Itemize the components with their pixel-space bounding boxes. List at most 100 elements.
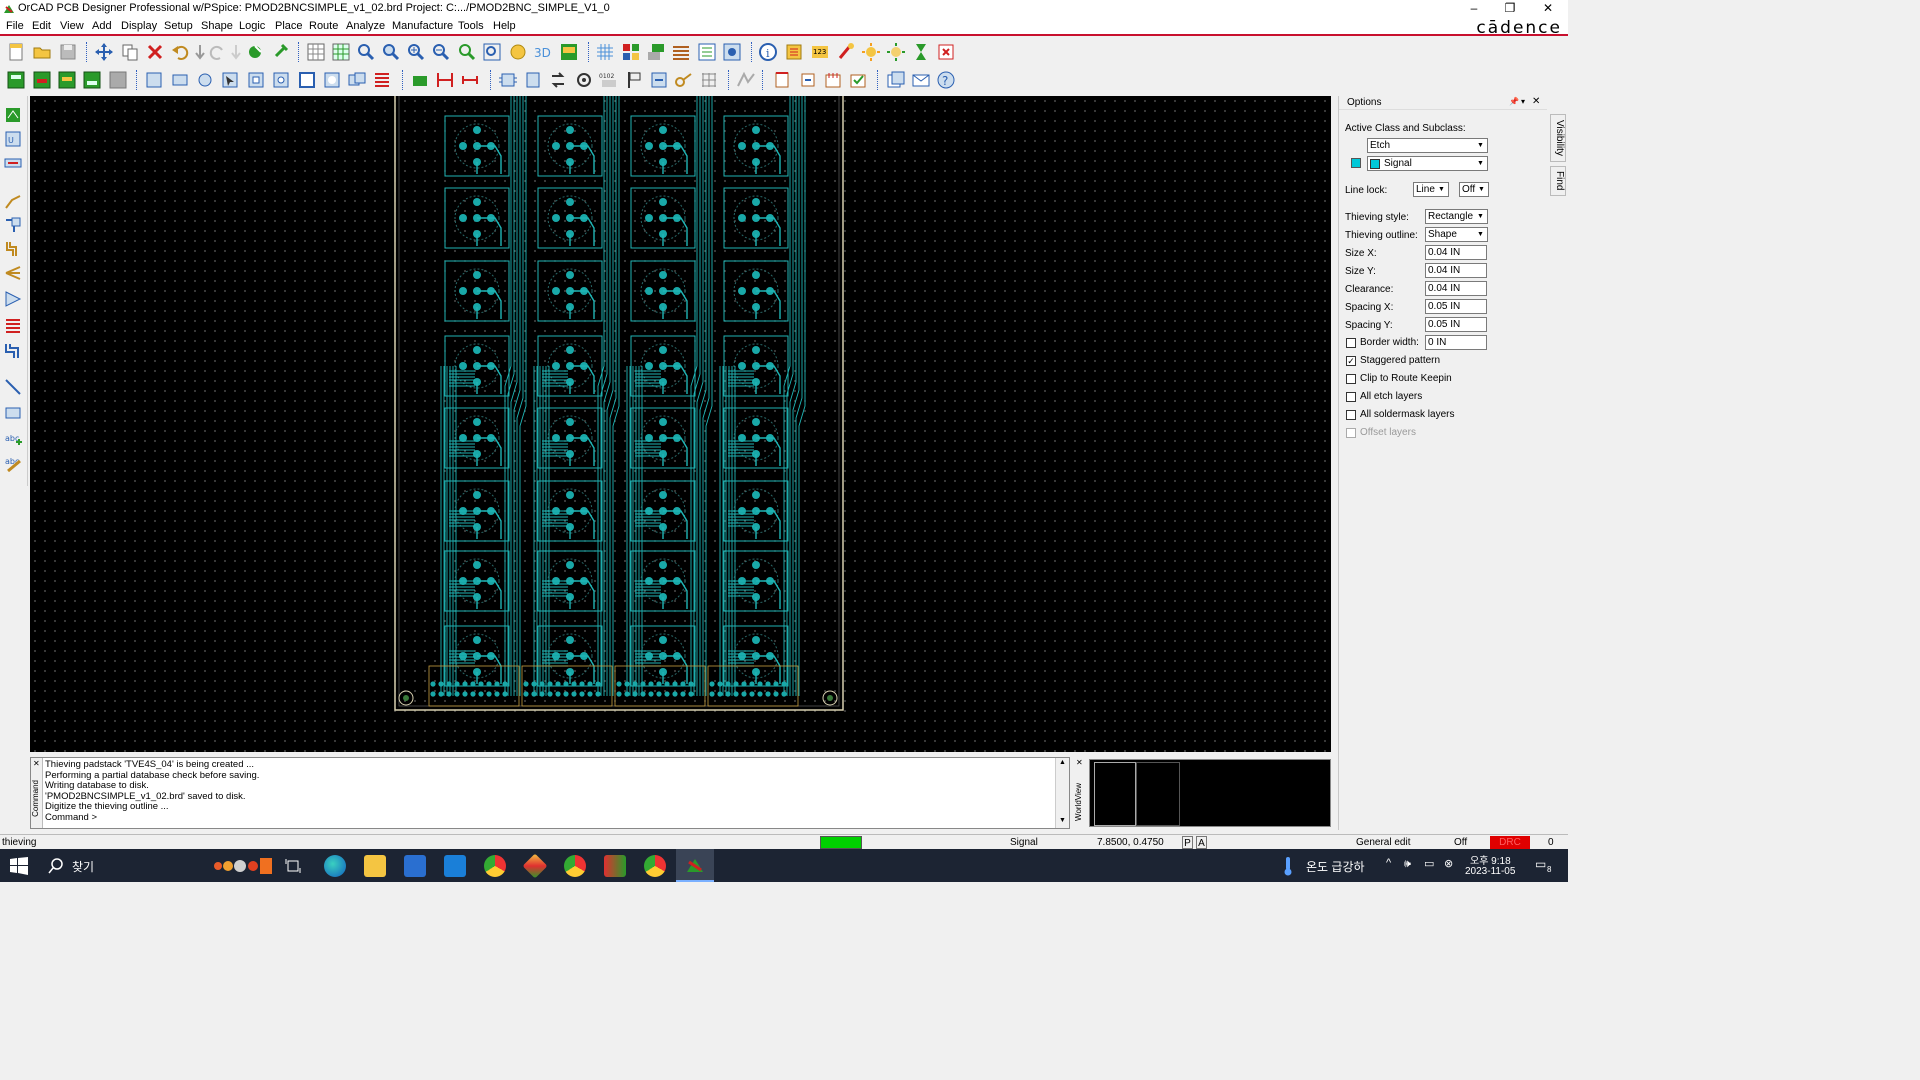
thieving-icon[interactable] <box>372 70 392 90</box>
color-icon[interactable] <box>621 42 641 62</box>
all-soldermask-layers-checkbox[interactable] <box>1346 410 1356 420</box>
open-folder-icon[interactable] <box>32 42 52 62</box>
place-component-icon[interactable] <box>498 70 518 90</box>
layer-disabled-icon[interactable] <box>108 70 128 90</box>
subclass-color-swatch[interactable] <box>1351 158 1361 168</box>
class-dropdown[interactable]: Etch ▼ <box>1367 138 1488 153</box>
layer-top-icon[interactable] <box>6 70 26 90</box>
mail-app-icon[interactable] <box>444 855 466 877</box>
add-rect-icon[interactable] <box>4 404 22 422</box>
capture-app-icon[interactable] <box>604 855 626 877</box>
zoom-previous-icon[interactable] <box>457 42 477 62</box>
hourglass-icon[interactable] <box>911 42 931 62</box>
thieving-style-dropdown[interactable]: Rectangle ▼ <box>1425 209 1488 224</box>
nc-route-icon[interactable] <box>848 70 868 90</box>
menu-manufacture[interactable]: Manufacture <box>392 20 453 32</box>
snap-icon[interactable] <box>245 42 265 62</box>
volume-icon[interactable]: 🕪 <box>1404 858 1411 871</box>
redo-icon[interactable] <box>208 42 228 62</box>
dehighlight-icon[interactable] <box>886 42 906 62</box>
size-y-field[interactable]: 0.04 IN <box>1425 263 1487 278</box>
route-icon[interactable] <box>736 70 756 90</box>
key-icon[interactable] <box>674 70 694 90</box>
console-prompt[interactable]: Command > <box>45 812 259 824</box>
database-icon[interactable] <box>722 42 742 62</box>
save-icon[interactable] <box>58 42 78 62</box>
delete-icon[interactable] <box>145 42 165 62</box>
chrome-secondary-icon[interactable] <box>644 855 666 877</box>
void-circle-icon[interactable] <box>271 70 291 90</box>
staggered-pattern-checkbox[interactable]: ✓ <box>1346 356 1356 366</box>
zoom-window-icon[interactable] <box>381 42 401 62</box>
layer-bottom-icon[interactable] <box>82 70 102 90</box>
chrome-profile-icon[interactable] <box>564 855 586 877</box>
menu-analyze[interactable]: Analyze <box>346 20 385 32</box>
edit-text-icon[interactable]: abc <box>4 454 22 472</box>
search-box-label[interactable]: 찾기 <box>72 858 94 875</box>
flip-board-icon[interactable] <box>559 42 579 62</box>
clip-route-keepin-checkbox[interactable] <box>1346 374 1356 384</box>
redraw-icon[interactable] <box>508 42 528 62</box>
zoom-out-icon[interactable] <box>431 42 451 62</box>
store-icon[interactable] <box>404 855 426 877</box>
design-canvas[interactable] <box>30 96 1331 752</box>
drc-icon[interactable] <box>836 42 856 62</box>
circle-icon[interactable] <box>195 70 215 90</box>
scroll-up-icon[interactable]: ▲ <box>1059 759 1066 766</box>
artwork-icon[interactable] <box>772 70 792 90</box>
network-icon[interactable]: ▭ <box>1424 857 1434 870</box>
scroll-down-icon[interactable]: ▼ <box>1059 817 1066 824</box>
file-explorer-icon[interactable] <box>364 855 386 877</box>
grid-toggle-icon[interactable] <box>306 42 326 62</box>
status-p-button[interactable]: P <box>1182 836 1193 849</box>
dim-linear-icon[interactable] <box>435 70 455 90</box>
pin-icon[interactable] <box>270 42 290 62</box>
panel-menu-icon[interactable]: ▾ <box>1521 97 1525 106</box>
edit-boundary-icon[interactable] <box>297 70 317 90</box>
pcb-board-view[interactable] <box>30 96 1331 752</box>
grid-dots-icon[interactable] <box>595 42 615 62</box>
rectangle-icon[interactable] <box>170 70 190 90</box>
menu-add[interactable]: Add <box>92 20 112 32</box>
menu-edit[interactable]: Edit <box>32 20 51 32</box>
vpn-status-icon[interactable]: ⊗ <box>1444 857 1453 870</box>
grid-icon[interactable] <box>331 42 351 62</box>
notification-icon[interactable]: ▭ <box>1535 857 1546 871</box>
status-drc-indicator[interactable]: DRC <box>1490 836 1530 849</box>
array-icon[interactable] <box>699 70 719 90</box>
manual-void-icon[interactable] <box>246 70 266 90</box>
dimension-icon[interactable] <box>410 70 430 90</box>
down-arrow-disabled-icon[interactable] <box>226 42 246 62</box>
line-lock-angle-dropdown[interactable]: Off ▼ <box>1459 182 1489 197</box>
new-file-icon[interactable] <box>6 42 26 62</box>
nc-drill-icon[interactable] <box>823 70 843 90</box>
gerber-icon[interactable] <box>798 70 818 90</box>
delete-void-icon[interactable] <box>322 70 342 90</box>
undo-icon[interactable] <box>170 42 190 62</box>
copy-icon[interactable] <box>120 42 140 62</box>
panel-close-icon[interactable]: ✕ <box>1532 96 1540 107</box>
refdes-icon[interactable]: 0102 <box>599 70 619 90</box>
auto-route-icon[interactable] <box>4 290 22 308</box>
delay-tune-icon[interactable] <box>4 154 22 172</box>
info-icon[interactable]: i <box>758 42 778 62</box>
menu-logic[interactable]: Logic <box>239 20 265 32</box>
report-icon[interactable] <box>784 42 804 62</box>
tab-visibility[interactable]: Visibility <box>1550 114 1566 162</box>
clearance-field[interactable]: 0.04 IN <box>1425 281 1487 296</box>
border-width-field[interactable]: 0 IN <box>1425 335 1487 350</box>
down-arrow-icon[interactable] <box>190 42 210 62</box>
constraint-icon[interactable] <box>697 42 717 62</box>
spacing-x-field[interactable]: 0.05 IN <box>1425 299 1487 314</box>
pin-panel-icon[interactable]: 📌 <box>1509 97 1519 106</box>
edge-browser-icon[interactable] <box>324 855 346 877</box>
menu-setup[interactable]: Setup <box>164 20 193 32</box>
menu-shape[interactable]: Shape <box>201 20 233 32</box>
select-shape-icon[interactable] <box>220 70 240 90</box>
console-close-icon[interactable]: ✕ <box>33 759 40 768</box>
fanout-icon[interactable] <box>4 264 22 282</box>
search-icon[interactable] <box>48 858 64 874</box>
bundle-icon[interactable] <box>4 342 22 360</box>
offset-layers-checkbox[interactable] <box>1346 428 1356 438</box>
tray-expand-icon[interactable]: ^ <box>1386 857 1391 869</box>
